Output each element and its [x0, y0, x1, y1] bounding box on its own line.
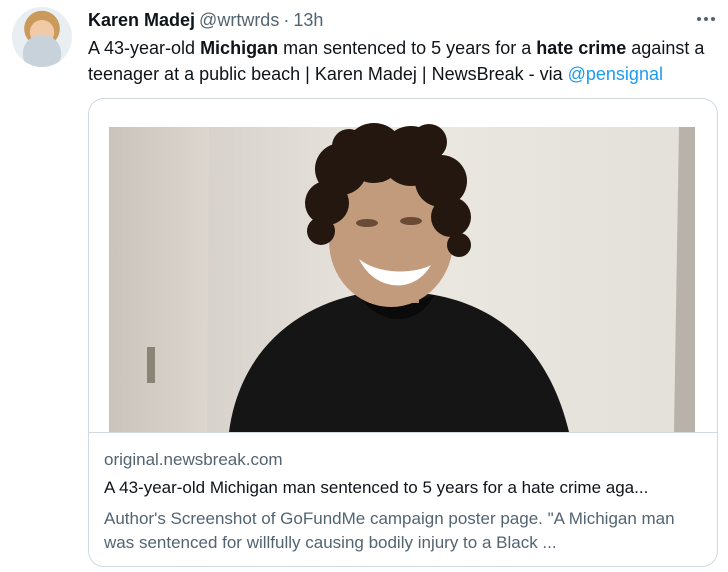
card-description: Author's Screenshot of GoFundMe campaign… — [104, 509, 675, 552]
tweet-text: A 43-year-old Michigan man sentenced to … — [88, 35, 720, 87]
tweet-text-bold: Michigan — [200, 38, 279, 58]
tweet[interactable]: Karen Madej @wrtwrds · 13h A 43-year-old Mi… — [0, 0, 728, 572]
separator-dot: · — [283, 10, 290, 30]
avatar[interactable] — [12, 7, 72, 67]
author-handle[interactable]: @wrtwrds — [199, 10, 279, 30]
tweet-text-segment: man sentenced to 5 years for a — [278, 38, 537, 58]
more-horizontal-icon[interactable] — [694, 10, 718, 28]
card-body[interactable]: original.newsbreak.com A 43-year-old Mic… — [89, 432, 717, 566]
link-card[interactable]: original.newsbreak.com A 43-year-old Mic… — [88, 98, 718, 567]
card-domain: original.newsbreak.com — [104, 450, 283, 469]
card-image[interactable] — [89, 99, 717, 432]
tweet-text-bold: hate crime — [536, 38, 627, 58]
card-title: A 43-year-old Michigan man sentenced to … — [104, 478, 649, 497]
author-name[interactable]: Karen Madej — [88, 10, 195, 30]
tweet-timestamp[interactable]: 13h — [293, 10, 323, 30]
mention-link[interactable]: @pensignal — [568, 64, 663, 84]
tweet-text-segment: A 43-year-old — [88, 38, 201, 58]
tweet-header: Karen Madej @wrtwrds · 13h — [88, 8, 323, 32]
